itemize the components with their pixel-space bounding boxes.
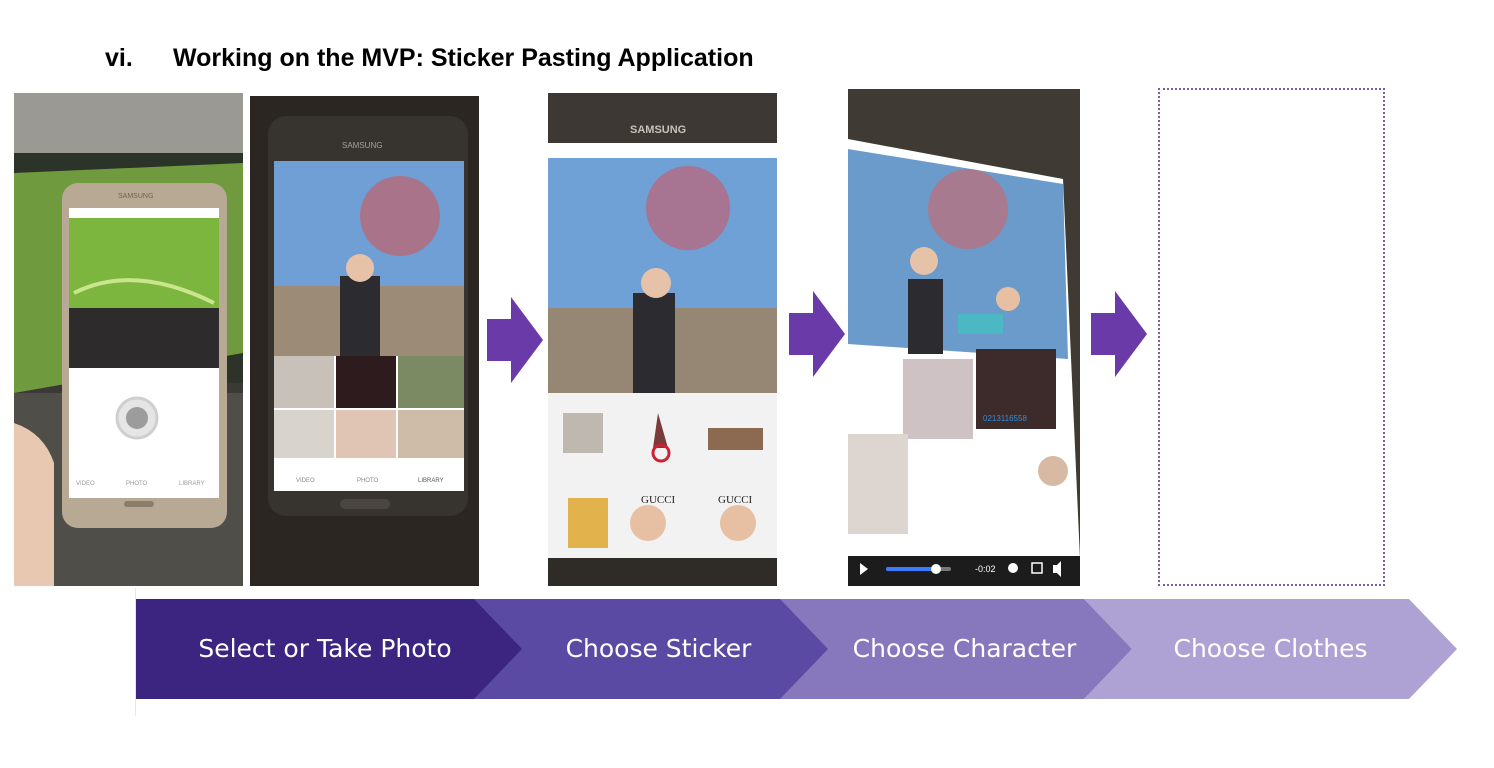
step-label-select-or-take-photo: Select or Take Photo [198,634,452,663]
step-label-choose-character: Choose Character [852,634,1077,663]
photo-character-screen: 0213116558 -0:02 [848,89,1080,586]
step-label-choose-sticker: Choose Sticker [565,634,752,663]
section-number: vi. [105,44,133,72]
phone1-tab-video: VIDEO [76,481,95,487]
phone1-tab-photo: PHOTO [126,481,148,487]
sticker-text-1: GUCCI [641,494,676,506]
photo-take-photo-screen: SAMSUNG VIDEO PHOTO LIBRARY [14,93,243,586]
phone2-tab-library: LIBRARY [418,478,444,484]
step-choose-clothes: Choose Clothes [1084,599,1457,699]
photo-sticker-screen: SAMSUNG GUCCI GUCCI [548,93,777,586]
section-title: Working on the MVP: Sticker Pasting Appl… [173,44,754,72]
phone4-number-text: 0213116558 [983,414,1027,423]
step-select-or-take-photo: Select or Take Photo [136,599,522,699]
clothes-placeholder-frame [1158,88,1385,586]
phone1-tab-library: LIBRARY [179,481,205,487]
section-heading: vi. Working on the MVP: Sticker Pasting … [105,44,754,73]
step-choose-sticker: Choose Sticker [472,599,828,699]
phone2-tab-video: VIDEO [296,478,315,484]
phone2-tab-photo: PHOTO [357,478,379,484]
sticker-text-2: GUCCI [718,494,753,506]
phone1-brand: SAMSUNG [118,193,153,200]
photo-gallery-screen: SAMSUNG VIDEO PHOTO LIBRARY [250,96,479,586]
video-time-remaining: -0:02 [975,564,996,574]
step-label-choose-clothes: Choose Clothes [1173,634,1368,663]
arrow-right-icon [487,297,543,383]
arrow-right-icon [1091,291,1147,377]
phone2-brand: SAMSUNG [342,141,382,150]
arrow-right-icon [789,291,845,377]
step-choose-character: Choose Character [778,599,1132,699]
phone3-brand: SAMSUNG [630,124,686,136]
